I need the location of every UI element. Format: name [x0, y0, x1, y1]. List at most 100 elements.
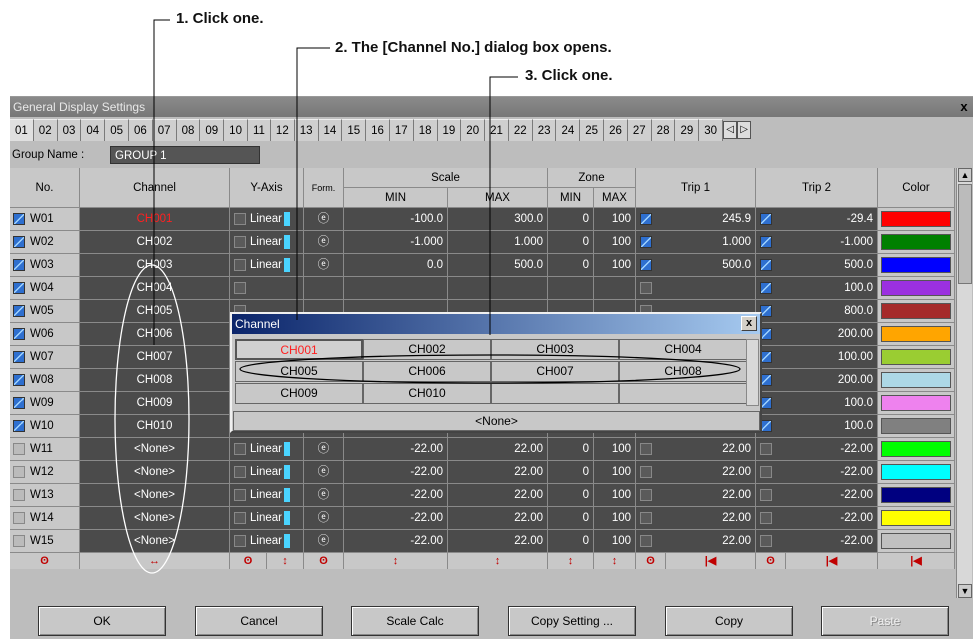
tab-scroll-left-icon[interactable]: ◁ [723, 121, 738, 139]
trip-2-checkbox[interactable] [760, 489, 772, 501]
color-cell[interactable] [878, 415, 955, 438]
form-cell[interactable]: ⓔ [304, 231, 344, 254]
color-cell[interactable] [878, 254, 955, 277]
dialog-channel-ch005[interactable]: CH005 [235, 361, 363, 382]
color-cell[interactable] [878, 438, 955, 461]
scale-max-cell[interactable]: 22.00 [448, 507, 548, 530]
tab-09[interactable]: 09 [200, 119, 225, 141]
column-op-icon[interactable]: ʘ [230, 553, 267, 569]
tab-28[interactable]: 28 [651, 119, 676, 141]
channel-cell[interactable]: CH001 [80, 208, 230, 231]
color-cell[interactable] [878, 369, 955, 392]
y-axis-cell[interactable]: Linear [230, 254, 304, 277]
form-cell[interactable]: ⓔ [304, 461, 344, 484]
tab-10[interactable]: 10 [224, 119, 248, 141]
scale-max-cell[interactable]: 22.00 [448, 461, 548, 484]
column-op-icon[interactable]: ʘ [756, 553, 786, 569]
form-cell[interactable]: ⓔ [304, 530, 344, 553]
row-enable-checkbox[interactable] [13, 420, 25, 432]
form-cell[interactable]: ⓔ [304, 438, 344, 461]
y-axis-cell[interactable]: Linear [230, 507, 304, 530]
trip-1-checkbox[interactable] [640, 213, 652, 225]
row-number[interactable]: W10 [10, 415, 80, 438]
trip-2-cell[interactable]: 200.00 [756, 369, 878, 392]
trip-1-cell[interactable]: 22.00 [636, 438, 756, 461]
column-op-icon[interactable]: |◀ [786, 553, 878, 569]
scale-min-cell[interactable]: -22.00 [344, 461, 448, 484]
row-number[interactable]: W05 [10, 300, 80, 323]
dialog-channel-ch001[interactable]: CH001 [235, 339, 363, 360]
trip-2-checkbox[interactable] [760, 512, 772, 524]
tab-19[interactable]: 19 [437, 119, 462, 141]
trip-1-cell[interactable]: 22.00 [636, 507, 756, 530]
row-enable-checkbox[interactable] [13, 512, 25, 524]
tab-02[interactable]: 02 [33, 119, 58, 141]
ok-button[interactable]: OK [38, 606, 166, 636]
tab-22[interactable]: 22 [508, 119, 533, 141]
row-enable-checkbox[interactable] [13, 328, 25, 340]
y-axis-checkbox[interactable] [234, 443, 246, 455]
trip-2-cell[interactable]: -29.4 [756, 208, 878, 231]
tab-16[interactable]: 16 [366, 119, 390, 141]
tab-04[interactable]: 04 [81, 119, 106, 141]
zone-max-cell[interactable] [594, 277, 636, 300]
tab-26[interactable]: 26 [604, 119, 628, 141]
y-axis-checkbox[interactable] [234, 236, 246, 248]
row-enable-checkbox[interactable] [13, 236, 25, 248]
trip-2-cell[interactable]: -22.00 [756, 484, 878, 507]
row-enable-checkbox[interactable] [13, 397, 25, 409]
color-cell[interactable] [878, 392, 955, 415]
scale-min-cell[interactable]: -22.00 [344, 484, 448, 507]
row-enable-checkbox[interactable] [13, 213, 25, 225]
trip-2-cell[interactable]: 100.0 [756, 415, 878, 438]
trip-1-checkbox[interactable] [640, 282, 652, 294]
scale-max-cell[interactable]: 300.0 [448, 208, 548, 231]
paste-button[interactable]: Paste [821, 606, 949, 636]
row-number[interactable]: W02 [10, 231, 80, 254]
zone-max-cell[interactable]: 100 [594, 484, 636, 507]
scale-max-cell[interactable]: 22.00 [448, 530, 548, 553]
trip-2-cell[interactable]: 800.0 [756, 300, 878, 323]
trip-1-cell[interactable]: 22.00 [636, 484, 756, 507]
row-number[interactable]: W11 [10, 438, 80, 461]
tab-13[interactable]: 13 [294, 119, 319, 141]
scroll-up-icon[interactable]: ▲ [958, 168, 972, 182]
form-cell[interactable]: ⓔ [304, 484, 344, 507]
trip-1-cell[interactable]: 22.00 [636, 461, 756, 484]
trip-2-cell[interactable]: -22.00 [756, 530, 878, 553]
channel-cell[interactable]: <None> [80, 484, 230, 507]
column-op-icon[interactable]: ↔ [80, 553, 230, 569]
channel-cell[interactable]: <None> [80, 530, 230, 553]
zone-min-cell[interactable]: 0 [548, 461, 594, 484]
trip-2-cell[interactable]: 200.00 [756, 323, 878, 346]
column-op-icon[interactable]: ↕ [267, 553, 304, 569]
color-cell[interactable] [878, 461, 955, 484]
trip-2-cell[interactable]: 100.0 [756, 277, 878, 300]
tab-14[interactable]: 14 [318, 119, 343, 141]
y-axis-checkbox[interactable] [234, 512, 246, 524]
scale-min-cell[interactable]: 0.0 [344, 254, 448, 277]
dialog-channel-ch007[interactable]: CH007 [491, 361, 619, 382]
tab-06[interactable]: 06 [128, 119, 153, 141]
zone-max-cell[interactable]: 100 [594, 208, 636, 231]
window-close-icon[interactable]: x [957, 99, 971, 115]
zone-min-cell[interactable]: 0 [548, 438, 594, 461]
trip-2-cell[interactable]: 100.0 [756, 392, 878, 415]
color-cell[interactable] [878, 346, 955, 369]
tab-24[interactable]: 24 [556, 119, 581, 141]
tab-21[interactable]: 21 [485, 119, 509, 141]
tab-01[interactable]: 01 [10, 119, 34, 141]
zone-max-cell[interactable]: 100 [594, 461, 636, 484]
tab-17[interactable]: 17 [389, 119, 414, 141]
zone-min-cell[interactable]: 0 [548, 254, 594, 277]
scale-max-cell[interactable]: 500.0 [448, 254, 548, 277]
trip-1-checkbox[interactable] [640, 259, 652, 271]
trip-2-cell[interactable]: -22.00 [756, 438, 878, 461]
trip-1-cell[interactable]: 500.0 [636, 254, 756, 277]
trip-2-cell[interactable]: -1.000 [756, 231, 878, 254]
tab-08[interactable]: 08 [176, 119, 201, 141]
color-cell[interactable] [878, 484, 955, 507]
trip-2-checkbox[interactable] [760, 535, 772, 547]
y-axis-cell[interactable]: Linear [230, 438, 304, 461]
zone-max-cell[interactable]: 100 [594, 438, 636, 461]
